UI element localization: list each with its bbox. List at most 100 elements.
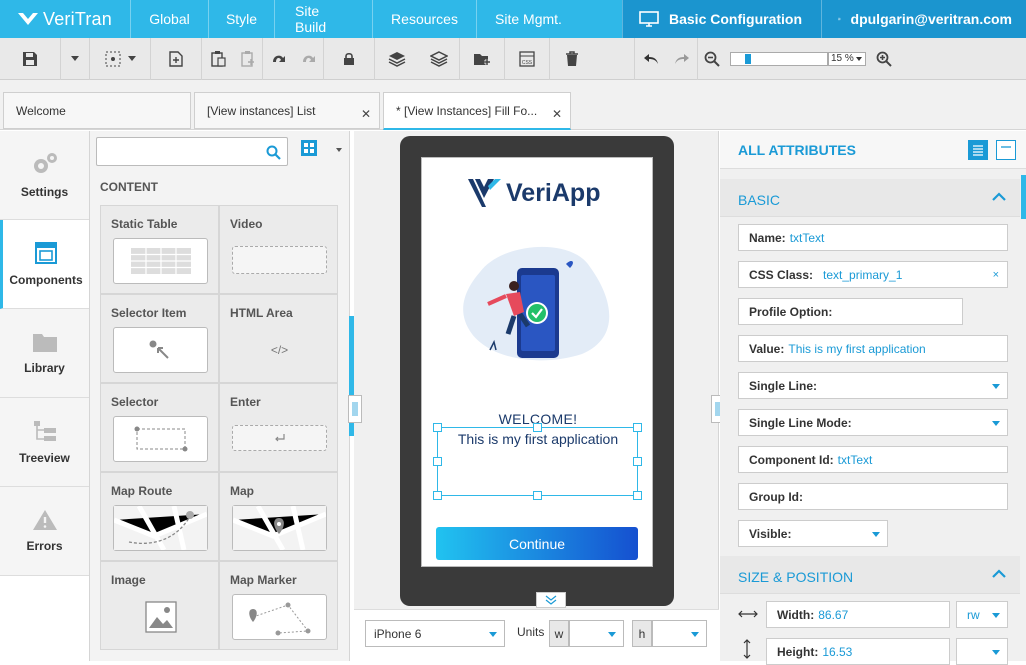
nav-site-mgmt[interactable]: Site Mgmt. bbox=[476, 0, 580, 38]
save-button[interactable] bbox=[0, 38, 60, 80]
size-position-section-header[interactable]: SIZE & POSITION bbox=[720, 556, 1020, 594]
tab-view-instances-fill-form[interactable]: * [View Instances] Fill Fo... ✕ bbox=[383, 92, 571, 130]
single-line-select[interactable]: Single Line: bbox=[738, 372, 1008, 399]
resize-handle[interactable] bbox=[633, 491, 642, 500]
css-class-field[interactable]: CSS Class: text_primary_1 × bbox=[738, 261, 1008, 288]
sidebar-item-library[interactable]: Library bbox=[0, 309, 89, 398]
lock-button[interactable] bbox=[324, 38, 374, 80]
tab-view-instances-list[interactable]: [View instances] List ✕ bbox=[194, 92, 380, 129]
expand-canvas-button[interactable] bbox=[536, 592, 566, 608]
search-icon[interactable] bbox=[266, 145, 281, 160]
width-unit-select[interactable]: rw bbox=[956, 601, 1008, 628]
wrap-button[interactable] bbox=[263, 38, 295, 80]
paste-button[interactable] bbox=[202, 38, 234, 80]
close-icon[interactable]: ✕ bbox=[361, 107, 371, 121]
sidebar-item-label: Components bbox=[9, 273, 83, 287]
compact-view-button[interactable] bbox=[996, 140, 1016, 160]
width-unit-select[interactable] bbox=[569, 620, 624, 647]
paste-special-button[interactable] bbox=[234, 38, 262, 80]
save-icon bbox=[23, 51, 37, 66]
value-field[interactable]: Value: This is my first application bbox=[738, 335, 1008, 362]
resize-handle[interactable] bbox=[533, 491, 542, 500]
selected-component-outline[interactable] bbox=[433, 423, 642, 500]
undo-button[interactable] bbox=[635, 38, 667, 80]
resize-handle[interactable] bbox=[633, 457, 642, 466]
paste-icon bbox=[210, 51, 226, 67]
nav-style[interactable]: Style bbox=[208, 0, 274, 38]
undo-icon bbox=[644, 53, 658, 64]
single-line-mode-select[interactable]: Single Line Mode: bbox=[738, 409, 1008, 436]
component-enter[interactable]: Enter bbox=[219, 383, 338, 472]
component-selector[interactable]: Selector bbox=[100, 383, 219, 472]
delete-button[interactable] bbox=[550, 38, 594, 80]
component-image[interactable]: Image bbox=[100, 561, 219, 650]
resize-handle[interactable] bbox=[433, 491, 442, 500]
component-selector-item[interactable]: Selector Item bbox=[100, 294, 219, 383]
css-button[interactable]: CSS bbox=[505, 38, 549, 80]
sidebar-item-errors[interactable]: Errors bbox=[0, 487, 89, 576]
selector-item-preview bbox=[113, 327, 208, 373]
sidebar-item-settings[interactable]: Settings bbox=[0, 131, 89, 220]
sidebar-item-components[interactable]: Components bbox=[0, 220, 89, 309]
zoom-out-button[interactable] bbox=[698, 38, 726, 80]
resize-handle[interactable] bbox=[533, 423, 542, 432]
user-menu[interactable]: dpulgarin@veritran.com bbox=[821, 0, 1026, 38]
add-page-button[interactable] bbox=[151, 38, 201, 80]
grid-view-icon[interactable] bbox=[300, 139, 318, 157]
enter-preview bbox=[232, 425, 327, 451]
nav-global[interactable]: Global bbox=[130, 0, 208, 38]
visible-select[interactable]: Visible: bbox=[738, 520, 888, 547]
zoom-slider[interactable] bbox=[730, 51, 828, 66]
nav-site-build[interactable]: Site Build bbox=[274, 0, 372, 38]
sidebar-item-treeview[interactable]: Treeview bbox=[0, 398, 89, 487]
unwrap-button[interactable] bbox=[295, 38, 323, 80]
veritran-logo-icon bbox=[18, 13, 38, 25]
continue-button[interactable]: Continue bbox=[436, 527, 638, 560]
name-field[interactable]: Name: txtText bbox=[738, 224, 1008, 251]
view-options-dropdown[interactable] bbox=[336, 148, 342, 152]
zoom-in-button[interactable] bbox=[866, 38, 902, 80]
layers-stack-button[interactable] bbox=[419, 38, 459, 80]
component-static-table[interactable]: Static Table bbox=[100, 205, 219, 294]
add-folder-button[interactable] bbox=[460, 38, 504, 80]
nav-resources[interactable]: Resources bbox=[372, 0, 476, 38]
component-map-route[interactable]: Map Route bbox=[100, 472, 219, 561]
video-preview bbox=[232, 246, 327, 274]
caret-down-icon bbox=[128, 56, 136, 61]
list-icon bbox=[973, 145, 983, 156]
layers-stack-icon bbox=[430, 50, 448, 67]
attributes-scrollbar[interactable] bbox=[1021, 175, 1026, 219]
device-select[interactable]: iPhone 6 bbox=[365, 620, 505, 647]
basic-section-header[interactable]: BASIC bbox=[720, 179, 1020, 217]
component-map[interactable]: Map bbox=[219, 472, 338, 561]
save-options-dropdown[interactable] bbox=[61, 38, 89, 80]
left-collapse-handle[interactable] bbox=[348, 395, 362, 423]
map-marker-icon bbox=[249, 602, 311, 636]
width-field[interactable]: Width: 86.67 bbox=[766, 601, 950, 628]
component-map-marker[interactable]: Map Marker bbox=[219, 561, 338, 650]
profile-option-field[interactable]: Profile Option: bbox=[738, 298, 963, 325]
component-search-input[interactable] bbox=[96, 137, 288, 166]
attributes-title: ALL ATTRIBUTES bbox=[738, 142, 856, 158]
resize-handle[interactable] bbox=[433, 423, 442, 432]
component-html-area[interactable]: HTML Area </> bbox=[219, 294, 338, 383]
resize-handle[interactable] bbox=[633, 423, 642, 432]
tab-welcome[interactable]: Welcome bbox=[3, 92, 191, 129]
group-id-field[interactable]: Group Id: bbox=[738, 483, 1008, 510]
paste-disabled-icon bbox=[240, 51, 254, 67]
components-heading: CONTENT bbox=[100, 180, 158, 194]
height-unit-select[interactable] bbox=[652, 620, 707, 647]
basic-configuration-button[interactable]: Basic Configuration bbox=[622, 0, 821, 38]
clear-css-class-icon[interactable]: × bbox=[993, 269, 999, 281]
zoom-select[interactable]: 15 % bbox=[828, 51, 866, 66]
component-id-field[interactable]: Component Id: txtText bbox=[738, 446, 1008, 473]
field-label: Visible: bbox=[749, 526, 792, 541]
close-icon[interactable]: ✕ bbox=[552, 107, 562, 121]
component-video[interactable]: Video bbox=[219, 205, 338, 294]
layers-button[interactable] bbox=[375, 38, 419, 80]
select-tool-button[interactable] bbox=[90, 38, 150, 80]
list-view-button[interactable] bbox=[968, 140, 988, 160]
resize-handle[interactable] bbox=[433, 457, 442, 466]
zoom-slider-thumb[interactable] bbox=[745, 53, 751, 64]
redo-button[interactable] bbox=[667, 38, 697, 80]
